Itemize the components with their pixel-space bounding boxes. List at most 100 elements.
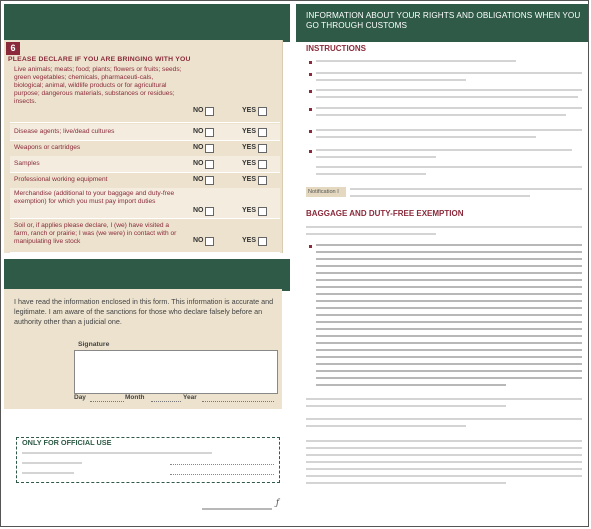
- no-checkbox[interactable]: [205, 107, 214, 116]
- text-line: [316, 107, 582, 109]
- yes-checkbox[interactable]: [258, 207, 267, 216]
- text-line: [316, 356, 582, 358]
- yes-label: YES: [242, 107, 257, 114]
- no-label: NO: [193, 128, 204, 135]
- month-field[interactable]: [151, 401, 181, 402]
- yes-checkbox[interactable]: [258, 107, 267, 116]
- official-use-title: ONLY FOR OFFICIAL USE: [22, 438, 112, 447]
- yes-label: YES: [242, 160, 257, 167]
- text-line: [306, 468, 582, 470]
- text-line: [316, 166, 582, 168]
- yes-checkbox[interactable]: [258, 237, 267, 246]
- row-label: Merchandise (additional to your baggage …: [14, 190, 175, 205]
- text-line: [306, 418, 582, 420]
- declaration-text: I have read the information enclosed in …: [14, 297, 274, 326]
- no-checkbox[interactable]: [205, 237, 214, 246]
- row-label: Disease agents; live/dead cultures: [14, 128, 115, 135]
- text-line: [316, 251, 582, 253]
- day-label: Day: [74, 394, 86, 401]
- section-title: PLEASE DECLARE IF YOU ARE BRINGING WITH …: [8, 56, 191, 63]
- row-label: Live animals; meats; food; plants; flowe…: [14, 66, 182, 105]
- text-line: [316, 60, 516, 62]
- text-line: [306, 454, 582, 456]
- text-line: [316, 265, 582, 267]
- text-line: [306, 425, 466, 427]
- text-line: [316, 272, 582, 274]
- declare-row: Professional working equipment NO YES: [10, 172, 280, 189]
- official-text-line: [22, 462, 82, 464]
- text-line: [316, 129, 582, 131]
- official-field[interactable]: [170, 464, 274, 465]
- row-label: Samples: [14, 160, 40, 167]
- row-label: Weapons or cartridges: [14, 144, 81, 151]
- text-line: [316, 384, 506, 386]
- text-line: [316, 173, 426, 175]
- bullet-icon: [309, 108, 312, 111]
- declare-row: Samples NO YES: [10, 156, 280, 173]
- text-line: [316, 349, 582, 351]
- yes-checkbox[interactable]: [258, 144, 267, 153]
- text-line: [316, 321, 582, 323]
- day-field[interactable]: [90, 401, 124, 402]
- official-text-line: [22, 452, 212, 454]
- text-line: [316, 363, 582, 365]
- no-checkbox[interactable]: [205, 207, 214, 216]
- official-field[interactable]: [170, 474, 274, 475]
- bullet-icon: [309, 150, 312, 153]
- text-line: [316, 114, 566, 116]
- yes-label: YES: [242, 176, 257, 183]
- text-line: [316, 244, 582, 246]
- yes-label: YES: [242, 144, 257, 151]
- text-line: [350, 195, 530, 197]
- text-line: [306, 447, 582, 449]
- no-checkbox[interactable]: [205, 128, 214, 137]
- no-label: NO: [193, 160, 204, 167]
- text-line: [316, 96, 578, 98]
- text-line: [306, 226, 582, 228]
- instructions-heading: INSTRUCTIONS: [306, 44, 366, 53]
- customs-form-page: 6 PLEASE DECLARE IF YOU ARE BRINGING WIT…: [0, 0, 591, 529]
- signature-field[interactable]: [74, 350, 278, 394]
- text-line: [316, 314, 582, 316]
- text-line: [316, 300, 582, 302]
- text-line: [316, 89, 582, 91]
- no-checkbox[interactable]: [205, 176, 214, 185]
- middle-green-band: [4, 259, 290, 291]
- declare-row: Merchandise (additional to your baggage …: [10, 188, 280, 219]
- top-green-band: [4, 4, 290, 42]
- yes-checkbox[interactable]: [258, 128, 267, 137]
- text-line: [306, 398, 582, 400]
- no-checkbox[interactable]: [205, 144, 214, 153]
- section-number: 6: [6, 42, 20, 55]
- declare-row: Live animals; meats; food; plants; flowe…: [10, 66, 280, 123]
- declare-row: Weapons or cartridges NO YES: [10, 140, 280, 157]
- no-label: NO: [193, 237, 204, 244]
- no-label: NO: [193, 207, 204, 214]
- bullet-icon: [309, 130, 312, 133]
- no-label: NO: [193, 144, 204, 151]
- text-line: [306, 233, 436, 235]
- no-checkbox[interactable]: [205, 160, 214, 169]
- text-line: [316, 156, 436, 158]
- signature-mark-icon: ƒ: [276, 498, 279, 507]
- row-label: Soil or, if applies please declare, I (w…: [14, 222, 177, 245]
- yes-checkbox[interactable]: [258, 160, 267, 169]
- yes-label: YES: [242, 128, 257, 135]
- year-field[interactable]: [202, 401, 274, 402]
- text-line: [316, 370, 582, 372]
- bullet-icon: [309, 245, 312, 248]
- bullet-icon: [309, 73, 312, 76]
- declare-row: Soil or, if applies please declare, I (w…: [10, 220, 280, 253]
- month-label: Month: [125, 394, 145, 401]
- text-line: [316, 307, 582, 309]
- text-line: [316, 328, 582, 330]
- yes-checkbox[interactable]: [258, 176, 267, 185]
- no-label: NO: [193, 176, 204, 183]
- yes-label: YES: [242, 207, 257, 214]
- text-line: [316, 258, 582, 260]
- text-line: [316, 279, 582, 281]
- text-line: [316, 72, 582, 74]
- text-line: [306, 405, 506, 407]
- text-line: [316, 286, 582, 288]
- yes-label: YES: [242, 237, 257, 244]
